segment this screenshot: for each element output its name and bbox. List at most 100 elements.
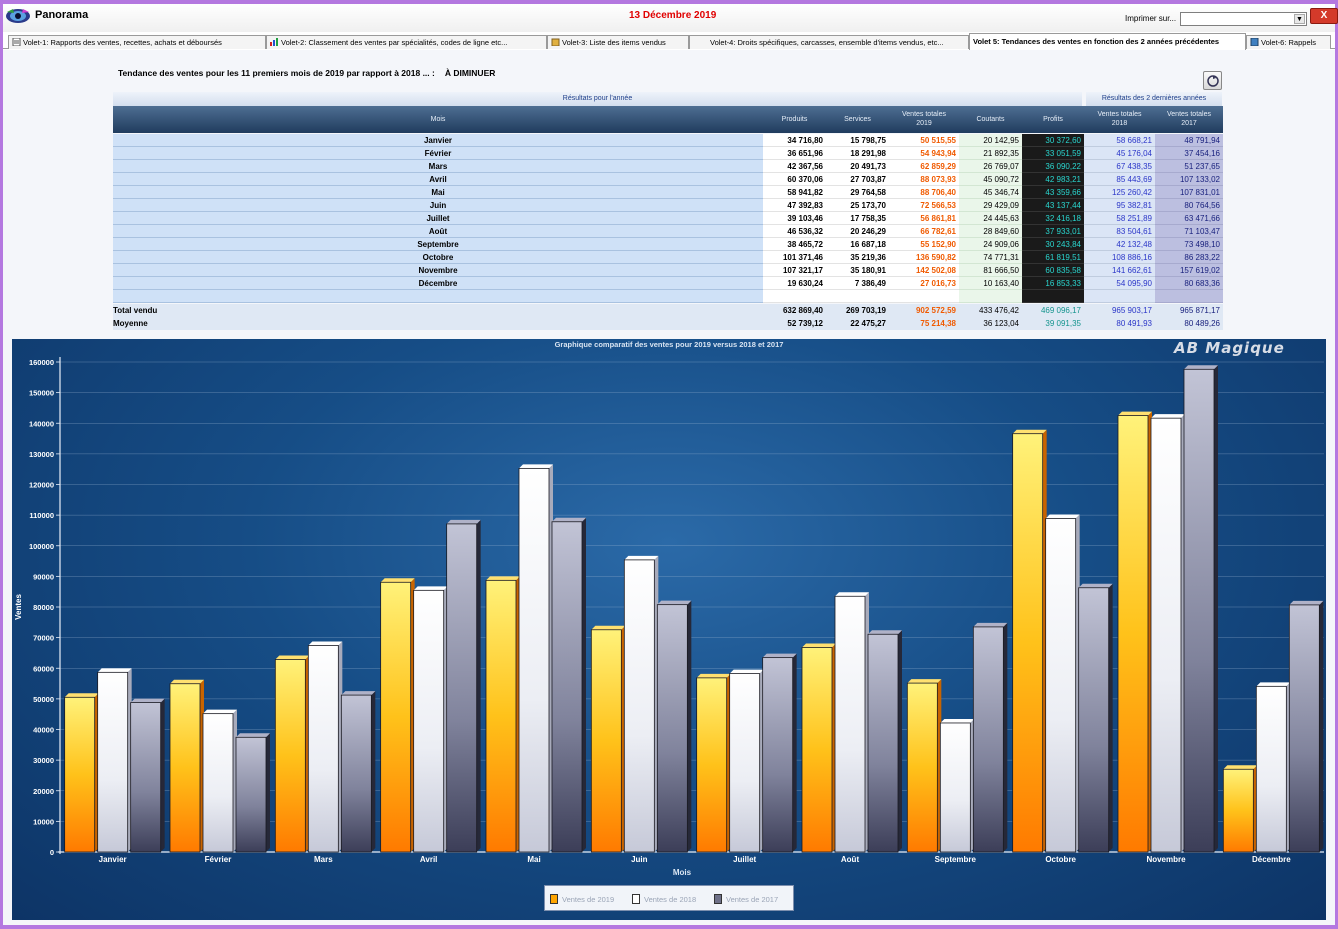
legend-item-2017: Ventes de 2017 bbox=[714, 894, 778, 906]
bar-2019-top bbox=[380, 578, 415, 583]
ranking-icon bbox=[270, 38, 278, 46]
tab-volet-2[interactable]: Volet-2: Classement des ventes par spéci… bbox=[266, 35, 547, 49]
bar-2019-top bbox=[907, 679, 942, 684]
cell-vt2018: 83 504,61 bbox=[1084, 225, 1155, 238]
cell-vt2017: 63 471,66 bbox=[1155, 212, 1223, 225]
cell-vt2017: 51 237,65 bbox=[1155, 160, 1223, 173]
bar-2018 bbox=[623, 559, 655, 853]
cell-services: 35 219,36 bbox=[826, 251, 889, 264]
legend-item-2018: Ventes de 2018 bbox=[632, 894, 696, 906]
table-row[interactable]: Avril 60 370,06 27 703,87 88 073,93 45 090,7… bbox=[113, 173, 1223, 186]
bar-2017-top bbox=[868, 630, 902, 635]
close-button[interactable]: X bbox=[1310, 8, 1338, 24]
col-header-coutants[interactable]: Coutants bbox=[959, 106, 1022, 133]
col-header-mois[interactable]: Mois bbox=[113, 106, 763, 133]
y-tick-label: 60000 bbox=[33, 664, 54, 673]
x-tick-label: Février bbox=[205, 855, 232, 864]
cell-vt2018: 141 662,61 bbox=[1084, 264, 1155, 277]
cell-coutants: 21 892,35 bbox=[959, 147, 1022, 160]
bar-2017-side bbox=[476, 519, 481, 852]
bar-2017-side bbox=[160, 698, 165, 852]
bar-2019 bbox=[696, 677, 728, 853]
bar-2017-side bbox=[1003, 622, 1008, 852]
book-icon bbox=[1250, 38, 1259, 46]
cell-vt2019: 902 572,59 bbox=[889, 304, 959, 317]
col-header-label: Mois bbox=[430, 116, 446, 123]
y-tick-label: 0 bbox=[50, 848, 54, 857]
cell-vt2019: 142 502,08 bbox=[889, 264, 959, 277]
col-header-vt2017[interactable]: Ventes totales 2017 bbox=[1155, 106, 1223, 133]
bar-2018 bbox=[1045, 518, 1077, 853]
table-row[interactable]: Août 46 536,32 20 246,29 66 782,61 28 849,60… bbox=[113, 225, 1223, 238]
cell-vt2018: 58 251,89 bbox=[1084, 212, 1155, 225]
sales-chart: 0 10000 20000 30000 40000 50000 60000 70000 8000… bbox=[12, 339, 1326, 920]
cell-produits: 632 869,40 bbox=[763, 304, 826, 317]
bar-2017 bbox=[235, 736, 267, 853]
table-row[interactable]: Septembre 38 465,72 16 687,18 55 152,90 24 9… bbox=[113, 238, 1223, 251]
table-row[interactable]: Janvier 34 716,80 15 798,75 50 515,55 20 142… bbox=[113, 134, 1223, 147]
col-header-year: 2019 bbox=[916, 120, 932, 127]
cell-coutants: 74 771,31 bbox=[959, 251, 1022, 264]
table-row[interactable]: Décembre 19 630,24 7 386,49 27 016,73 10 163… bbox=[113, 277, 1223, 290]
legend-label: Ventes de 2018 bbox=[644, 895, 697, 904]
cell-mois: Juin bbox=[113, 199, 763, 212]
table-row[interactable]: Novembre 107 321,17 35 180,91 142 502,08 81 … bbox=[113, 264, 1223, 277]
table-row[interactable]: Octobre 101 371,46 35 219,36 136 590,82 74 7… bbox=[113, 251, 1223, 264]
bar-2018-top bbox=[97, 668, 132, 673]
cell-produits: 46 536,32 bbox=[763, 225, 826, 238]
bar-2019-top bbox=[1118, 411, 1152, 416]
bar-2018 bbox=[834, 595, 866, 853]
total-row: Total vendu 632 869,40 269 703,19 902 572,5… bbox=[113, 304, 1223, 317]
bar-2017-top bbox=[130, 698, 165, 703]
bar-2018 bbox=[413, 589, 445, 853]
col-header-produits[interactable]: Produits bbox=[763, 106, 826, 133]
tab-volet-6[interactable]: Volet-6: Rappels bbox=[1246, 35, 1331, 49]
tab-volet-5[interactable]: Volet 5: Tendances des ventes en fonctio… bbox=[969, 33, 1246, 50]
bar-2017-top bbox=[1289, 600, 1324, 605]
bar-2018-top bbox=[729, 669, 764, 674]
col-header-profits[interactable]: Profits bbox=[1022, 106, 1084, 133]
table-row[interactable]: Juillet 39 103,46 17 758,35 56 861,81 24 445… bbox=[113, 212, 1223, 225]
x-tick-label: Juillet bbox=[733, 855, 756, 864]
cell-coutants: 29 429,09 bbox=[959, 199, 1022, 212]
bar-2019 bbox=[1012, 433, 1044, 853]
bar-2017-side bbox=[792, 653, 797, 852]
cell-vt2017: 107 831,01 bbox=[1155, 186, 1223, 199]
cell-produits: 101 371,46 bbox=[763, 251, 826, 264]
cell-vt2018: 45 176,04 bbox=[1084, 147, 1155, 160]
col-header-vt2018[interactable]: Ventes totales 2018 bbox=[1084, 106, 1155, 133]
col-header-label: Produits bbox=[781, 116, 808, 123]
cell-vt2017: 157 619,02 bbox=[1155, 264, 1223, 277]
bar-2019 bbox=[485, 579, 517, 853]
cell-services: 18 291,98 bbox=[826, 147, 889, 160]
table-row[interactable]: Février 36 651,96 18 291,98 54 943,94 21 892… bbox=[113, 147, 1223, 160]
items-icon bbox=[551, 38, 560, 46]
bar-2019 bbox=[1117, 415, 1149, 853]
y-tick-label: 10000 bbox=[33, 817, 54, 826]
tab-volet-3[interactable]: Volet-3: Liste des items vendus bbox=[547, 35, 689, 49]
cell-vt2018: 95 382,81 bbox=[1084, 199, 1155, 212]
x-tick-label: Janvier bbox=[99, 855, 127, 864]
bar-2017 bbox=[1288, 604, 1320, 853]
tab-volet-1[interactable]: Volet-1: Rapports des ventes, recettes, … bbox=[8, 35, 266, 49]
table-row[interactable]: Mars 42 367,56 20 491,73 62 859,29 26 769,07… bbox=[113, 160, 1223, 173]
table-row[interactable]: Mai 58 941,82 29 764,58 88 706,40 45 346,74 4… bbox=[113, 186, 1223, 199]
bar-2017 bbox=[446, 523, 478, 853]
bar-2019 bbox=[590, 629, 622, 853]
tab-volet-4[interactable]: Volet-4: Droits spécifiques, carcasses, … bbox=[689, 35, 969, 49]
cell-coutants: 433 476,42 bbox=[959, 304, 1022, 317]
cell-produits: 38 465,72 bbox=[763, 238, 826, 251]
col-header-services[interactable]: Services bbox=[826, 106, 889, 133]
bar-2017-top bbox=[657, 600, 692, 605]
col-header-vt2019[interactable]: Ventes totales 2019 bbox=[889, 106, 959, 133]
bar-2017 bbox=[551, 521, 583, 853]
bar-2019 bbox=[380, 581, 412, 853]
cell-vt2017: 86 283,22 bbox=[1155, 251, 1223, 264]
bar-2017-side bbox=[1108, 583, 1113, 852]
tab-label: Volet-4: Droits spécifiques, carcasses, … bbox=[710, 38, 944, 47]
printer-select[interactable]: ▼ bbox=[1180, 12, 1307, 26]
refresh-button[interactable] bbox=[1203, 71, 1222, 90]
chevron-down-icon[interactable]: ▼ bbox=[1294, 14, 1305, 24]
table-row[interactable]: Juin 47 392,83 25 173,70 72 566,53 29 429,09… bbox=[113, 199, 1223, 212]
cell-vt2017: 80 683,36 bbox=[1155, 277, 1223, 290]
